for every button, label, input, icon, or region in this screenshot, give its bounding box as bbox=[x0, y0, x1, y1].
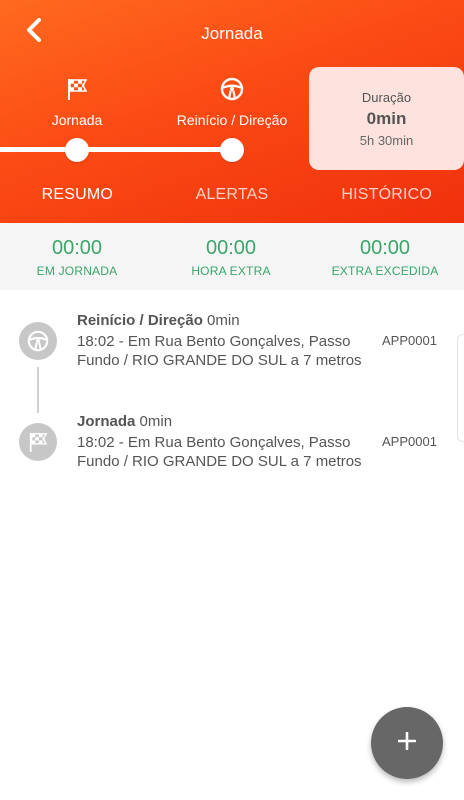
duration-label: Duração bbox=[361, 90, 412, 105]
plus-icon bbox=[397, 731, 417, 755]
timeline-item-heading: Reinício / Direção 0min bbox=[77, 312, 240, 329]
timeline-item-title: Jornada bbox=[77, 413, 136, 430]
tab-bar: RESUMO ALERTAS HISTÓRICO bbox=[0, 186, 464, 218]
duration-limit: 5h 30min bbox=[359, 133, 414, 148]
progress-track bbox=[0, 147, 232, 152]
timeline-item-title: Reinício / Direção bbox=[77, 312, 203, 329]
timeline-item-address: 18:02 - Em Rua Bento Gonçalves, Passo Fu… bbox=[77, 434, 362, 470]
summary-hora-extra: 00:00 HORA EXTRA bbox=[154, 223, 308, 290]
summary-caption: HORA EXTRA bbox=[191, 264, 271, 278]
summary-time: 00:00 bbox=[359, 237, 411, 259]
steering-wheel-icon bbox=[152, 76, 312, 102]
timeline-item-code: APP0001 bbox=[382, 333, 437, 348]
tab-resumo[interactable]: RESUMO bbox=[0, 186, 155, 218]
summary-time: 00:00 bbox=[51, 237, 103, 259]
summary-bar: 00:00 EM JORNADA 00:00 HORA EXTRA 00:00 … bbox=[0, 223, 464, 290]
timeline-item-duration: 0min bbox=[139, 413, 173, 430]
timeline-connector bbox=[37, 367, 39, 413]
timeline-item-duration: 0min bbox=[207, 312, 240, 329]
tab-historico[interactable]: HISTÓRICO bbox=[309, 186, 464, 218]
duration-card: Duração 0min 5h 30min bbox=[309, 67, 464, 170]
summary-em-jornada: 00:00 EM JORNADA bbox=[0, 223, 154, 290]
steering-wheel-icon bbox=[19, 322, 57, 360]
checkered-flag-icon bbox=[19, 423, 57, 461]
timeline-item-code: APP0001 bbox=[382, 434, 437, 449]
header-bar: Jornada Jornada Reinício / Direção Duraç… bbox=[0, 0, 464, 223]
side-drawer-handle[interactable] bbox=[457, 334, 464, 442]
progress-knob-direcao[interactable] bbox=[220, 138, 244, 162]
summary-caption: EM JORNADA bbox=[36, 264, 118, 278]
duration-value: 0min bbox=[366, 109, 407, 128]
step-label: Jornada bbox=[51, 112, 103, 128]
summary-caption: EXTRA EXCEDIDA bbox=[331, 264, 439, 278]
page-title: Jornada bbox=[201, 24, 263, 43]
timeline-item-heading: Jornada 0min bbox=[77, 413, 172, 430]
step-jornada: Jornada bbox=[0, 76, 157, 128]
progress-knob-jornada[interactable] bbox=[65, 138, 89, 162]
add-button[interactable] bbox=[371, 707, 443, 779]
summary-time: 00:00 bbox=[205, 237, 257, 259]
timeline-item-address: 18:02 - Em Rua Bento Gonçalves, Passo Fu… bbox=[77, 333, 362, 369]
summary-extra-excedida: 00:00 EXTRA EXCEDIDA bbox=[308, 223, 462, 290]
tab-alertas[interactable]: ALERTAS bbox=[155, 186, 310, 218]
step-reinicio-direcao: Reinício / Direção bbox=[152, 76, 312, 128]
step-label: Reinício / Direção bbox=[176, 112, 288, 128]
checkered-flag-icon bbox=[0, 76, 157, 102]
